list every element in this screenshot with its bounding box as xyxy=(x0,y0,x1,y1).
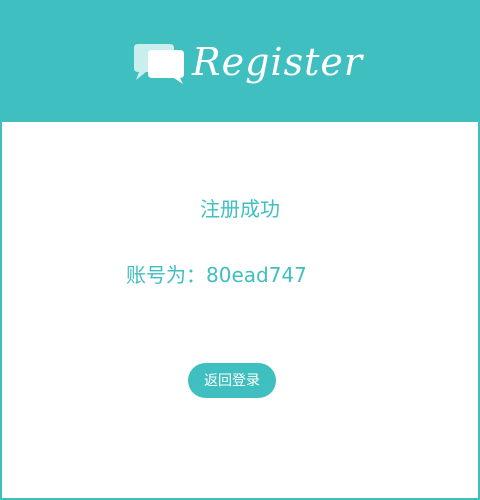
account-info: 账号为：80ead747 xyxy=(126,260,307,290)
account-value: 80ead747 xyxy=(206,263,307,287)
account-label: 账号为： xyxy=(126,263,206,287)
success-message: 注册成功 xyxy=(200,197,280,221)
page-title: Register xyxy=(192,40,364,84)
header-bar: Register xyxy=(2,2,478,122)
back-to-login-button[interactable]: 返回登录 xyxy=(188,363,276,398)
chat-bubbles-icon xyxy=(130,42,188,86)
register-window: Register 注册成功 账号为：80ead747 返回登录 xyxy=(0,0,480,500)
